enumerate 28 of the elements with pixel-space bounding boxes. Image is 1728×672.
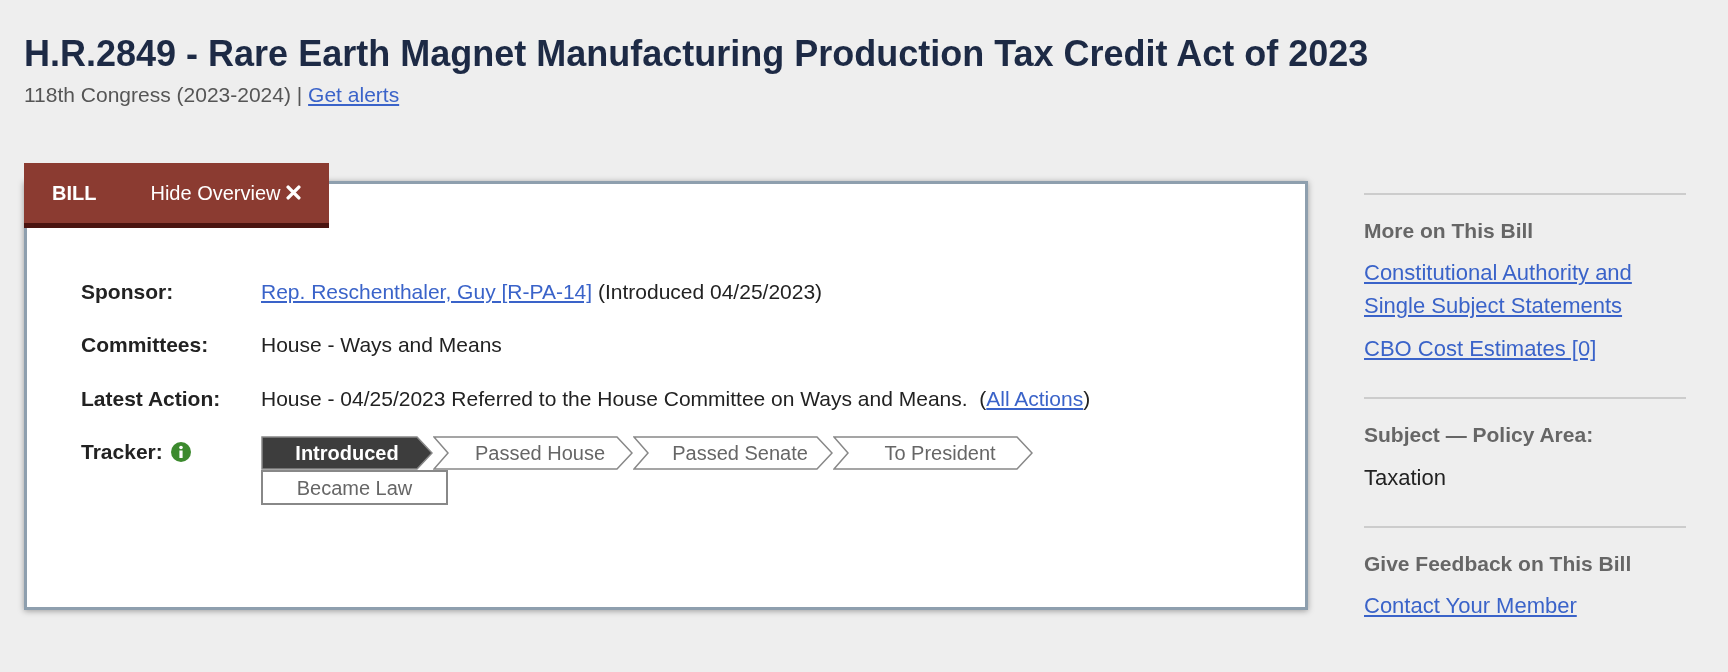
section-heading: More on This Bill [1364, 217, 1535, 244]
sidebar-link[interactable]: Contact Your Member [1364, 589, 1686, 623]
close-icon [286, 185, 302, 201]
section-heading: Give Feedback on This Bill [1364, 550, 1633, 577]
field-value: House - 04/25/2023 Referred to the House Committee on Ways and Means. (All Actions) [261, 385, 1091, 412]
info-icon[interactable] [170, 441, 191, 462]
tracker-step: To President [833, 436, 1033, 471]
section-heading: Subject — Policy Area: [1364, 422, 1595, 449]
alerts-link[interactable]: Get alerts [308, 83, 400, 107]
sidebar-link[interactable]: CBO Cost Estimates [0] [1364, 332, 1686, 366]
field-label: Latest Action: [81, 385, 221, 412]
hide-overview-button[interactable]: Hide Overview [150, 177, 302, 208]
tracker-step: Became Law [261, 470, 448, 506]
tracker-step: Passed House [433, 436, 633, 471]
separator-text: | [296, 83, 303, 107]
congress-label: 118th Congress (2023-2024) [24, 83, 291, 107]
field-label: Sponsor: [81, 278, 174, 305]
field-value: Rep. Reschenthaler, Guy [R-PA-14] (Introduced 04/25/2023) [261, 278, 823, 305]
field-value: House - Ways and Means [261, 332, 502, 359]
tracker-step: Introduced [261, 436, 433, 471]
bill-tab-label: BILL [52, 180, 97, 206]
value-link[interactable]: Rep. Reschenthaler, Guy [R-PA-14] [261, 279, 593, 303]
page-title: H.R.2849 - Rare Earth Magnet Manufacturing Production Tax Credit Act of 2023 [24, 32, 1370, 76]
field-label: Tracker: [81, 439, 163, 466]
policy-area-text: Taxation [1364, 464, 1446, 490]
field-label: Committees: [81, 332, 209, 359]
sidebar-link[interactable]: Constitutional Authority and Single Subject Statements [1364, 256, 1686, 323]
tracker-step: Passed Senate [633, 436, 833, 471]
